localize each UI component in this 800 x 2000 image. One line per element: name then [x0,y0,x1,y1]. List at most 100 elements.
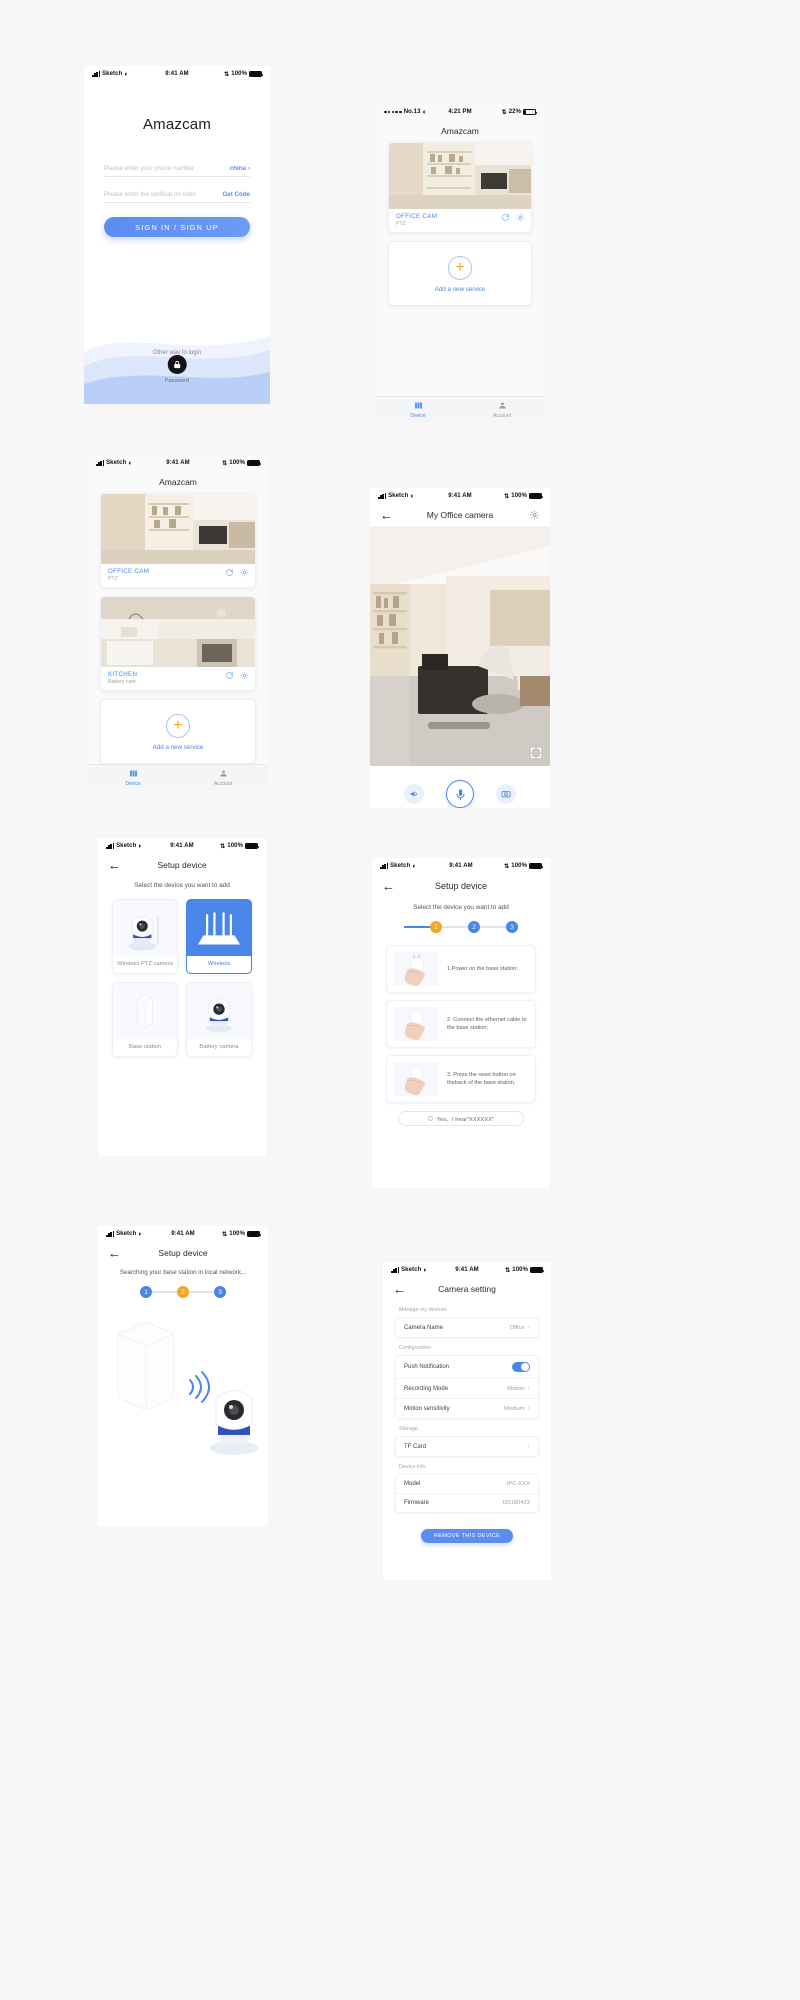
navbar: Amazcam [88,471,268,493]
back-arrow-icon[interactable]: ← [108,859,121,872]
navbar: ← Setup device [98,854,266,876]
search-illustration [98,1310,268,1460]
device-thumbnail[interactable] [101,494,255,564]
device-thumbnail[interactable] [101,597,255,667]
chevron-right-icon: › [527,1385,530,1392]
hand-reset-image [393,1062,439,1096]
tab-account-label: Account [213,780,233,787]
refresh-icon[interactable] [225,667,234,685]
setting-row-camera-name[interactable]: Camera Name Office › [396,1318,538,1337]
step-dot-1[interactable]: 1 [140,1286,152,1298]
live-video-feed[interactable] [370,526,550,766]
country-selector[interactable]: china › [230,165,250,172]
device-card[interactable]: OFFICE CAM PTZ [388,142,532,233]
tab-account-label: Account [492,412,512,419]
bluetooth-icon: ⇅ [505,1267,511,1274]
back-arrow-icon[interactable]: ← [108,1247,121,1260]
back-arrow-icon[interactable]: ← [393,1283,406,1296]
row-label: Push Notification [404,1364,450,1370]
group-title: Configuration [399,1345,432,1351]
get-code-button[interactable]: Get Code [222,191,250,198]
device-icon [376,401,460,411]
add-service-card[interactable]: + Add a new service [100,699,256,764]
push-notification-toggle[interactable] [512,1362,530,1372]
back-arrow-icon[interactable]: ← [382,880,395,893]
add-service-card[interactable]: + Add a new service [388,241,532,306]
mic-button[interactable] [446,780,474,808]
tab-device[interactable]: Device [88,769,178,787]
sign-in-button[interactable]: SIGN IN / SIGN UP [104,217,250,237]
setting-row-motion-sensitivity[interactable]: Motion sensitivity Medium › [396,1399,538,1418]
gear-icon[interactable] [516,209,525,227]
step-dot-3[interactable]: 3 [506,921,518,933]
device-card[interactable]: OFFICE CAM PTZ [100,493,256,588]
device-option-base-station[interactable]: Base station [112,982,178,1057]
phone-setup-steps: Sketch ◐ 9:41 AM ⇅ 100% ← Setup device S… [372,858,550,1188]
battery-percent-label: 100% [511,493,528,499]
bluetooth-icon: ⇅ [220,843,226,850]
refresh-icon[interactable] [225,564,234,582]
device-option-ptz-camera[interactable]: Wireless PTZ camera [112,899,178,974]
tab-account[interactable]: Account [178,769,268,787]
setting-row-model: Model IPC-XXX [396,1475,538,1494]
setting-row-recording-mode[interactable]: Recording Mode Motion › [396,1379,538,1399]
row-value: Medium [504,1405,525,1412]
tab-device[interactable]: Device [376,401,460,419]
password-label: Password [164,378,190,384]
gear-icon[interactable] [240,667,249,685]
signal-icon [380,863,389,869]
row-label: Firmware [404,1500,429,1506]
step-dot-2[interactable]: 2 [177,1286,189,1298]
password-login-option[interactable]: Password [164,355,190,384]
phone-camera-setting: Sketch ◐ 9:41 AM ⇅ 100% ← Camera setting… [383,1262,551,1580]
page-title: My Office camera [426,510,494,520]
navbar: ← Setup device [98,1242,268,1264]
device-option-battery-camera[interactable]: Battery camera [186,982,252,1057]
settings-group: TF Card › [395,1436,539,1457]
phone-field-row[interactable]: Please enter your phone number china › [104,165,250,177]
navbar: ← My Office camera [370,504,550,526]
add-service-label: Add a new service [152,744,204,751]
device-option-wireless[interactable]: Wireless [186,899,252,974]
wifi-icon: ◐ [124,70,129,78]
setting-row-firmware: Firmware f20180423 [396,1494,538,1512]
setting-row-tf-card[interactable]: TF Card › [396,1437,538,1456]
setting-row-push-notification[interactable]: Push Notification [396,1356,538,1379]
snapshot-button[interactable] [496,784,516,804]
back-arrow-icon[interactable]: ← [380,509,393,522]
device-thumbnail[interactable] [389,143,531,209]
wifi-icon: ◐ [422,108,427,116]
step-dot-2[interactable]: 2 [468,921,480,933]
device-option-label: Wireless PTZ camera [117,961,173,967]
bluetooth-icon: ⇅ [504,493,510,500]
device-option-label: Base station [129,1044,161,1050]
gear-icon[interactable] [529,510,540,521]
status-bar: Sketch ◐ 9:41 AM ⇅ 100% [383,1262,551,1278]
clock-label: 9:41 AM [455,1267,479,1273]
confirm-button[interactable]: Yes，I hear"XXXXXX" [398,1111,524,1126]
status-bar: No.13 ◐ 4:21 PM ⇅ 22% [376,104,544,120]
signal-icon [384,110,402,114]
phone-input[interactable]: Please enter your phone number [104,165,194,172]
router-icon [187,900,251,956]
battery-icon [247,459,262,467]
verification-code-input[interactable]: Please enter the verificat on code [104,191,196,198]
account-icon [460,401,544,411]
refresh-icon[interactable] [501,209,510,227]
fullscreen-icon[interactable] [530,746,542,759]
group-title: Manage my devices [399,1307,447,1313]
device-card[interactable]: KITCHEN Battery cam [100,596,256,691]
code-field-row[interactable]: Please enter the verificat on code Get C… [104,191,250,203]
remove-device-button[interactable]: REMOVE THIS DEVICE [421,1529,513,1543]
hand-cable-image [393,1007,439,1041]
device-meta: OFFICE CAM PTZ [101,564,255,587]
setup-subtitle: Select the device you want to add [134,882,230,889]
row-label: Model [404,1481,421,1487]
step-dot-3[interactable]: 3 [214,1286,226,1298]
battery-percent-label: 100% [229,1231,246,1237]
step-dot-1[interactable]: 1 [430,921,442,933]
tab-account[interactable]: Account [460,401,544,419]
speaker-button[interactable] [404,784,424,804]
gear-icon[interactable] [240,564,249,582]
group-title: Storage [399,1426,418,1432]
